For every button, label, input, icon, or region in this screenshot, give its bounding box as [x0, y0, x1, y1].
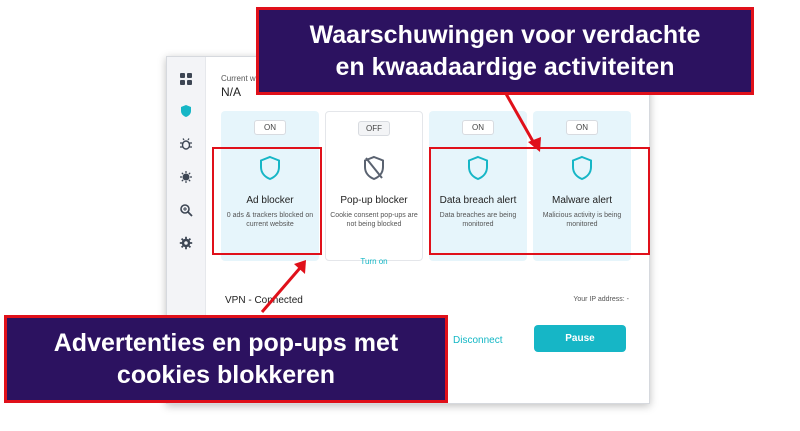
arrow-to-malware	[503, 91, 537, 146]
callout-bottom: Advertenties en pop-ups met cookies blok…	[4, 315, 448, 403]
callout-bottom-line2: cookies blokkeren	[116, 361, 336, 389]
arrow-head	[528, 137, 541, 152]
callout-bottom-line1: Advertenties en pop-ups met	[53, 329, 399, 357]
callout-top: Waarschuwingen voor verdachte en kwaadaa…	[256, 7, 754, 95]
callout-top-line1: Waarschuwingen voor verdachte	[309, 21, 701, 49]
callout-top-line2: en kwaadaardige activiteiten	[335, 53, 675, 81]
arrow-to-ad-blocker	[260, 267, 302, 313]
